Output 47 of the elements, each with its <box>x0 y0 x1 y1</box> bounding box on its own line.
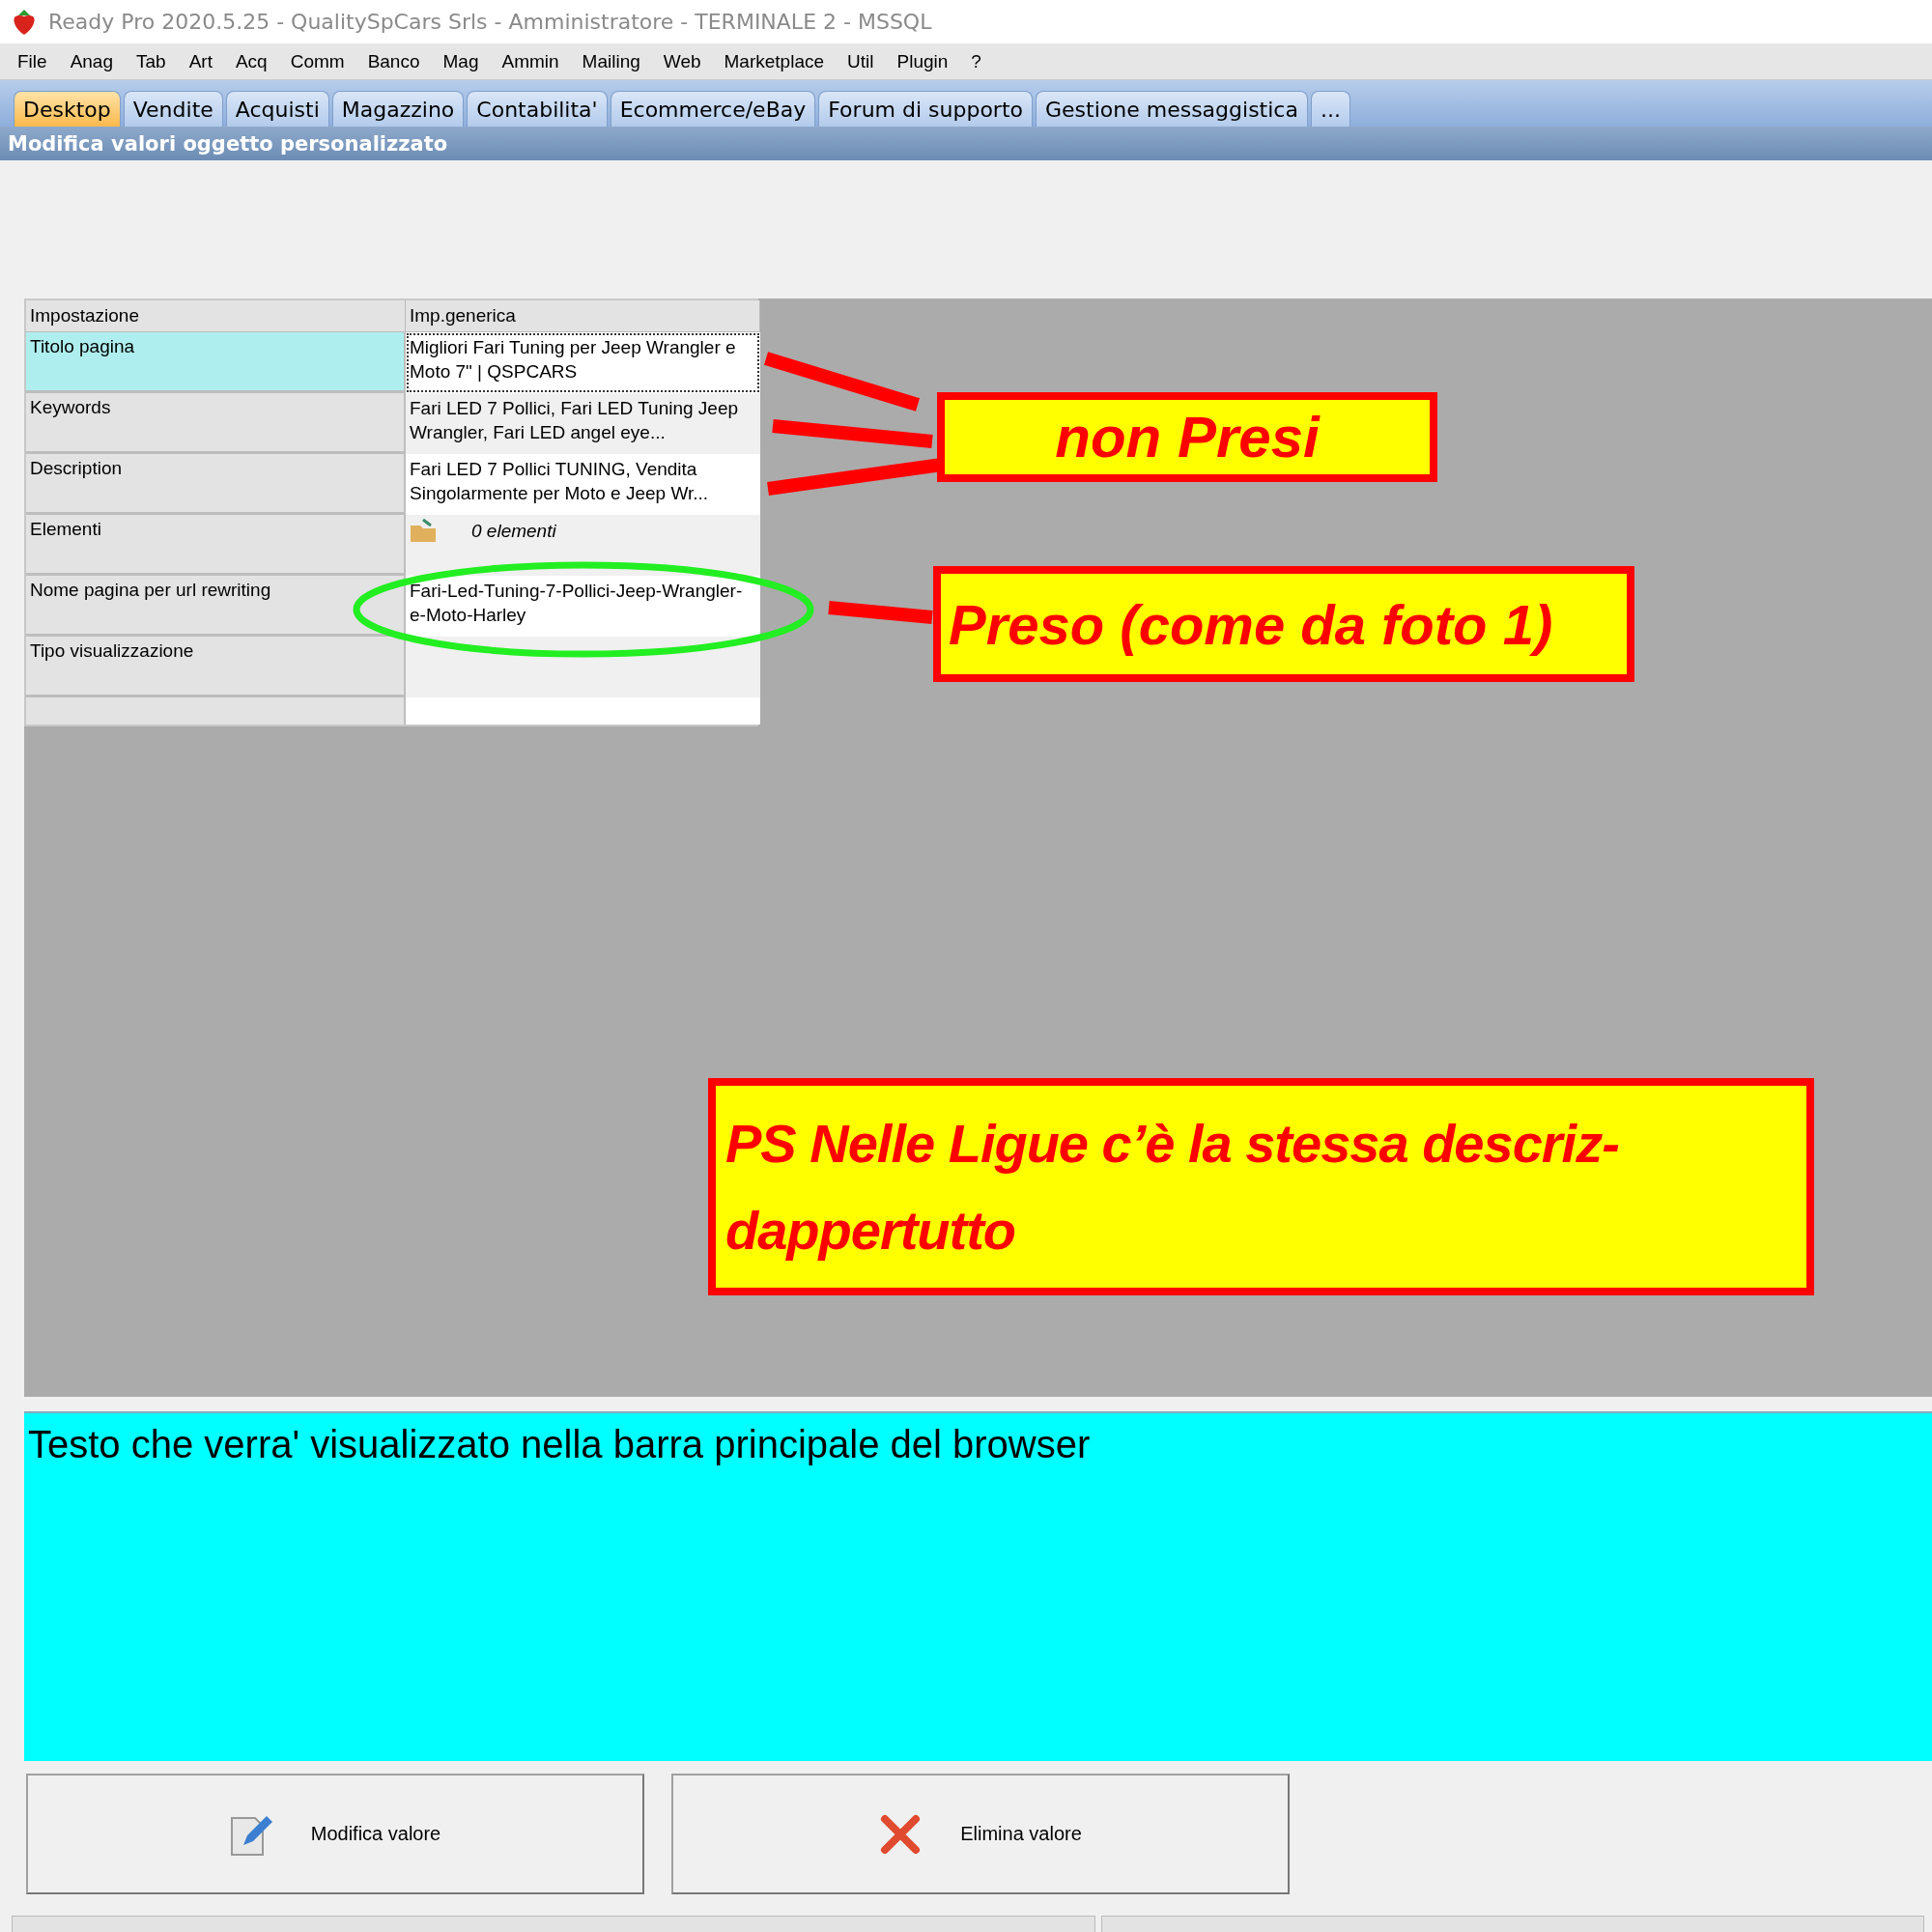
annotation-callout: non Presi <box>937 392 1437 482</box>
menu-item[interactable]: Comm <box>278 48 356 74</box>
setting-cell[interactable]: Nome pagina per url rewriting <box>26 576 406 637</box>
setting-cell[interactable]: Elementi <box>26 515 406 576</box>
tab[interactable]: Ecommerce/eBay <box>610 91 816 127</box>
tab[interactable]: Desktop <box>14 91 121 127</box>
setting-cell[interactable]: Keywords <box>26 393 406 454</box>
menu-item[interactable]: Web <box>651 48 713 74</box>
menu-item[interactable]: ? <box>959 48 993 74</box>
panel-title: Modifica valori oggetto personalizzato <box>8 131 448 156</box>
value-cell[interactable]: Fari-Led-Tuning-7-Pollici-Jeep-Wrangler-e-Moto-Harley <box>406 576 760 637</box>
value-cell[interactable]: Migliori Fari Tuning per Jeep Wrangler e Moto 7" | QSPCARS <box>406 332 760 393</box>
menu-item[interactable]: Mag <box>431 48 491 74</box>
column-header: Impostazione <box>26 300 406 332</box>
tab[interactable]: Forum di supporto <box>818 91 1033 127</box>
tab[interactable]: Gestione messaggistica <box>1036 91 1308 127</box>
value-cell-text: 0 elementi <box>471 519 556 543</box>
tab[interactable]: ... <box>1310 91 1350 127</box>
column-header: Imp.generica <box>406 300 760 332</box>
setting-cell[interactable]: Description <box>26 454 406 515</box>
tab[interactable]: Contabilita' <box>467 91 608 127</box>
tab[interactable]: Vendite <box>123 91 223 127</box>
delete-button[interactable]: Elimina valore <box>671 1774 1290 1894</box>
menu-item[interactable]: Plugin <box>885 48 960 74</box>
setting-cell[interactable]: Tipo visualizzazione <box>26 637 406 697</box>
menu-item[interactable]: Acq <box>223 48 279 74</box>
annotation-callout: PS Nelle Ligue c’è la stessa descriz- dappertutto <box>708 1078 1814 1295</box>
tab[interactable]: Acquisti <box>225 91 329 127</box>
help-text: Testo che verra' visualizzato nella barra principale del browser <box>27 1422 1092 1467</box>
value-cell[interactable]: Fari LED 7 Pollici TUNING, Vendita Singolarmente per Moto e Jeep Wr... <box>406 454 760 515</box>
folder-icon <box>410 518 437 543</box>
menu-item[interactable]: Util <box>836 48 886 74</box>
menu-item[interactable]: Mailing <box>570 48 652 74</box>
strawberry-icon <box>12 8 37 36</box>
setting-cell[interactable]: Titolo pagina <box>26 332 406 393</box>
tab[interactable]: Magazzino <box>331 91 465 127</box>
menu-item[interactable]: Marketplace <box>712 48 837 74</box>
menu-item[interactable]: Tab <box>125 48 178 74</box>
menu-item[interactable]: Art <box>177 48 224 74</box>
menu-item[interactable]: Ammin <box>490 48 571 74</box>
window-title: Ready Pro 2020.5.25 - QualitySpCars Srls - Amministratore - TERMINALE 2 - MSSQL <box>48 10 932 34</box>
menu-item[interactable]: Anag <box>58 48 125 74</box>
menu-item[interactable]: File <box>6 48 59 74</box>
menu-item[interactable]: Banco <box>355 48 432 74</box>
annotation-callout: Preso (come da foto 1) <box>933 566 1634 682</box>
delete-x-icon <box>879 1812 923 1856</box>
edit-button[interactable]: Modifica valore <box>26 1774 644 1894</box>
